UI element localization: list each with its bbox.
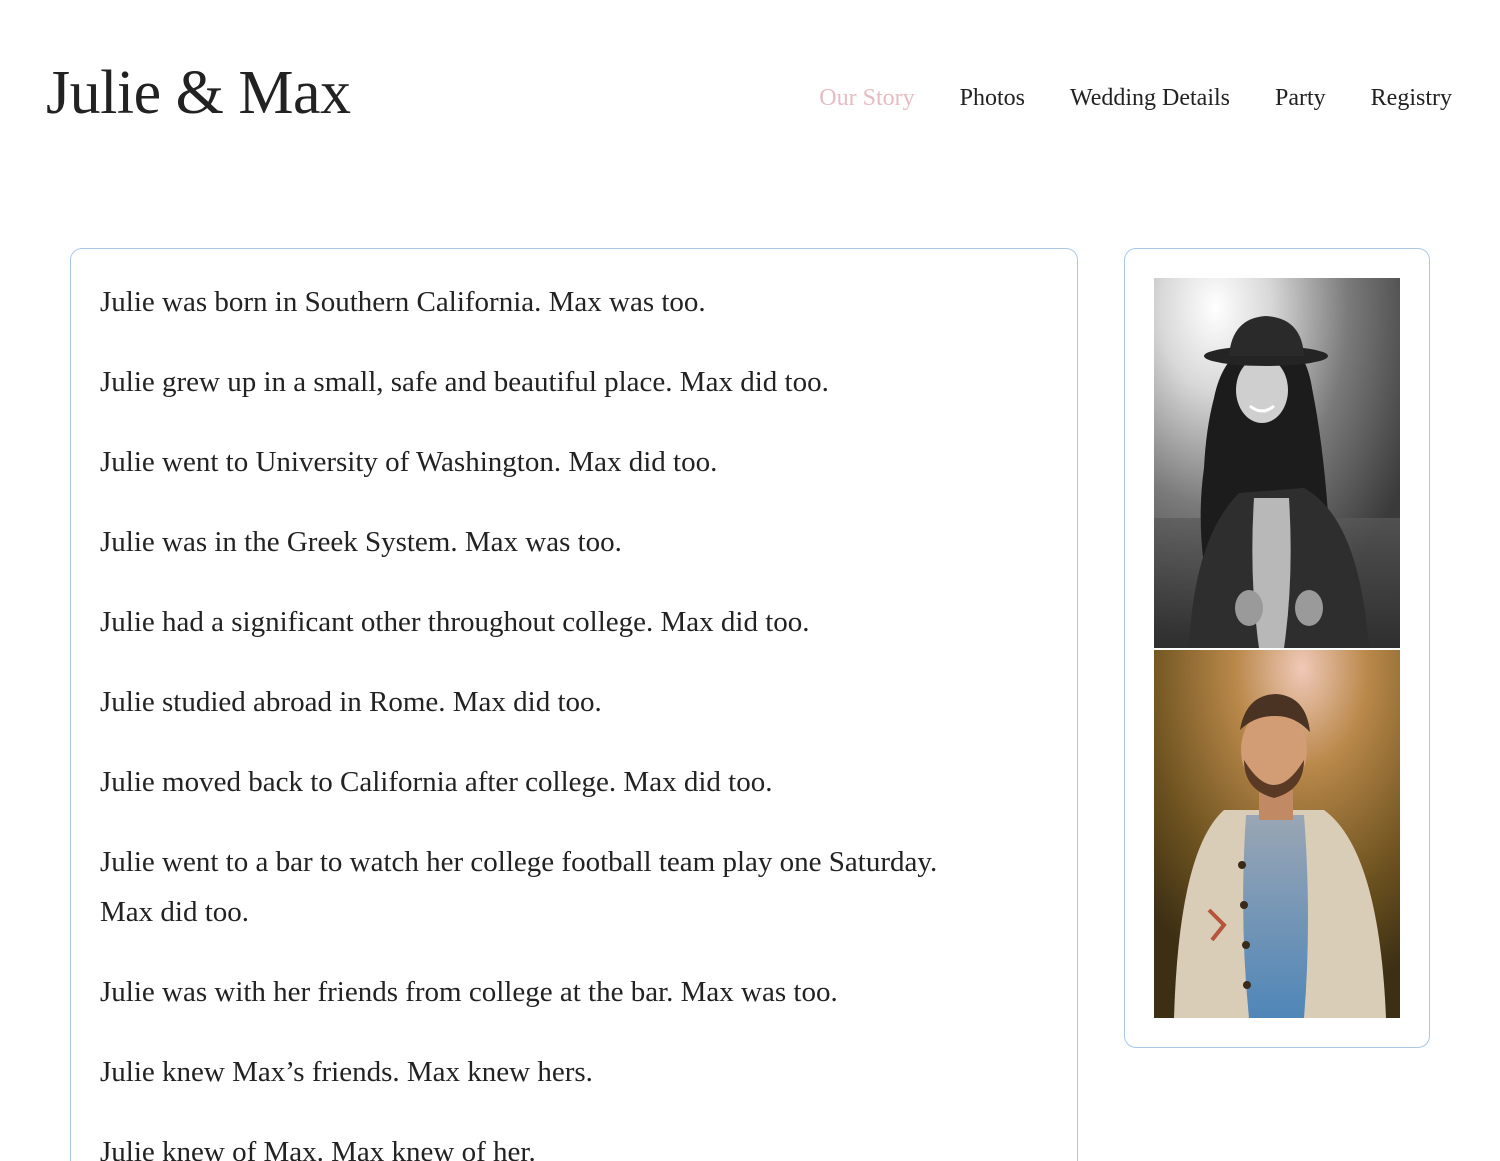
story-paragraph: Julie grew up in a small, safe and beaut…: [100, 366, 829, 398]
story-paragraph: Julie was born in Southern California. M…: [100, 286, 706, 318]
story-paragraph: Julie went to a bar to watch her college…: [100, 846, 938, 928]
page: Julie & Max Our Story Photos Wedding Det…: [0, 0, 1500, 1161]
site-title[interactable]: Julie & Max: [46, 55, 351, 131]
main-nav: Our Story Photos Wedding Details Party R…: [819, 82, 1452, 114]
story-paragraph: Julie knew of Max. Max knew of her.: [100, 1136, 536, 1161]
nav-item-our-story[interactable]: Our Story: [819, 82, 914, 114]
max-photo: [1154, 650, 1400, 1018]
story-paragraph: Julie was with her friends from college …: [100, 976, 838, 1008]
story-paragraph: Julie knew Max’s friends. Max knew hers.: [100, 1056, 593, 1088]
nav-item-wedding-details[interactable]: Wedding Details: [1070, 82, 1230, 114]
story-card: Julie was born in Southern California. M…: [70, 248, 1078, 1161]
story-paragraph: Julie moved back to California after col…: [100, 766, 773, 798]
nav-item-registry[interactable]: Registry: [1371, 82, 1452, 114]
story-paragraph: Julie had a significant other throughout…: [100, 606, 810, 638]
julie-photo-image: [1154, 278, 1400, 648]
story-paragraph: Julie studied abroad in Rome. Max did to…: [100, 686, 602, 718]
photo-card: [1124, 248, 1430, 1048]
story-paragraph: Julie went to University of Washington. …: [100, 446, 718, 478]
julie-photo: [1154, 278, 1400, 648]
max-photo-image: [1154, 650, 1400, 1018]
nav-item-party[interactable]: Party: [1275, 82, 1326, 114]
story-paragraph: Julie was in the Greek System. Max was t…: [100, 526, 622, 558]
nav-item-photos[interactable]: Photos: [960, 82, 1025, 114]
